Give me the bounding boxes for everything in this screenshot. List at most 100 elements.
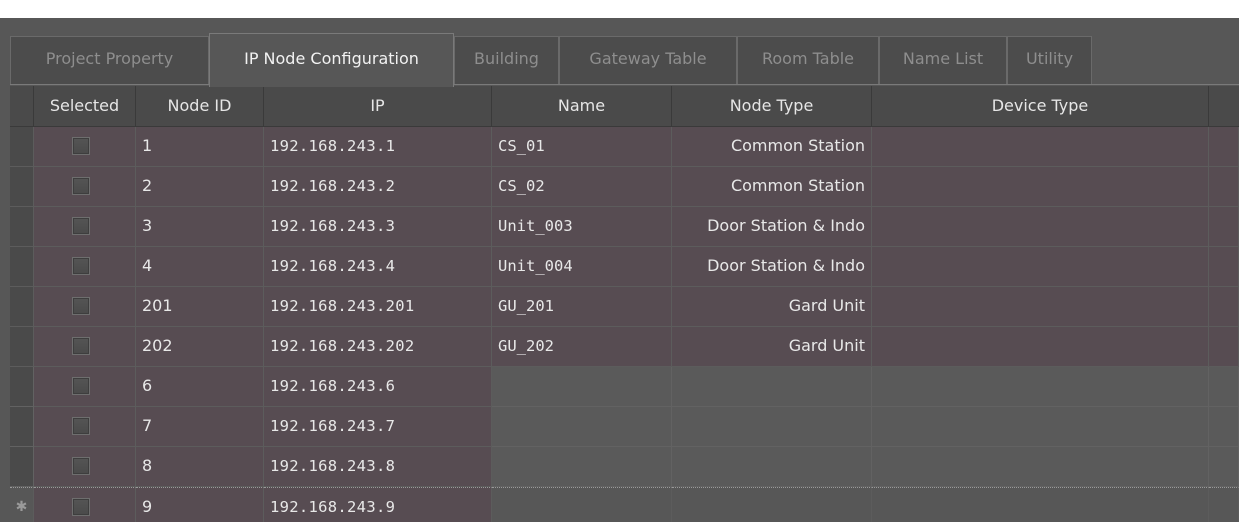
device-type-cell[interactable] (872, 367, 1209, 407)
select-checkbox[interactable] (72, 297, 90, 315)
select-checkbox[interactable] (72, 498, 90, 516)
select-checkbox[interactable] (72, 337, 90, 355)
node-type-cell[interactable]: Common Station (672, 167, 872, 207)
selected-cell[interactable] (34, 367, 136, 407)
device-type-cell[interactable] (872, 167, 1209, 207)
ip-cell[interactable]: 192.168.243.7 (264, 407, 492, 447)
new-row-marker[interactable]: ✱ (10, 487, 34, 522)
node-type-cell[interactable] (672, 487, 872, 522)
ip-cell[interactable]: 192.168.243.1 (264, 127, 492, 167)
ip-cell[interactable]: 192.168.243.201 (264, 287, 492, 327)
row-header[interactable] (10, 207, 34, 247)
selected-cell[interactable] (34, 247, 136, 287)
node-id-cell[interactable]: 3 (136, 207, 264, 247)
col-header-node-type[interactable]: Node Type (672, 86, 872, 126)
row-header[interactable] (10, 247, 34, 287)
device-type-cell[interactable] (872, 487, 1209, 522)
table-row[interactable]: 4 192.168.243.4 Unit_004 Door Station & Ind… (10, 247, 1239, 287)
table-row[interactable]: 202 192.168.243.202 GU_202 Gard Unit (10, 327, 1239, 367)
table-row[interactable]: 201 192.168.243.201 GU_201 Gard Unit (10, 287, 1239, 327)
node-type-cell[interactable] (672, 447, 872, 487)
table-row[interactable]: 7 192.168.243.7 (10, 407, 1239, 447)
col-header-selected[interactable]: Selected (34, 86, 136, 126)
node-id-cell[interactable]: 201 (136, 287, 264, 327)
row-header[interactable] (10, 367, 34, 407)
select-checkbox[interactable] (72, 177, 90, 195)
col-header-node-id[interactable]: Node ID (136, 86, 264, 126)
row-header[interactable] (10, 127, 34, 167)
device-type-cell[interactable] (872, 327, 1209, 367)
ip-cell[interactable]: 192.168.243.6 (264, 367, 492, 407)
selected-cell[interactable] (34, 487, 136, 522)
node-type-cell[interactable] (672, 407, 872, 447)
table-row[interactable]: 2 192.168.243.2 CS_02 Common Station (10, 167, 1239, 207)
row-header[interactable] (10, 167, 34, 207)
selected-cell[interactable] (34, 127, 136, 167)
col-header-name[interactable]: Name (492, 86, 672, 126)
name-cell[interactable]: CS_02 (492, 167, 672, 207)
col-header-device-type[interactable]: Device Type (872, 86, 1209, 126)
device-type-cell[interactable] (872, 247, 1209, 287)
table-row[interactable]: 1 192.168.243.1 CS_01 Common Station (10, 127, 1239, 167)
name-cell[interactable]: Unit_004 (492, 247, 672, 287)
ip-cell[interactable]: 192.168.243.9 (264, 487, 492, 522)
select-checkbox[interactable] (72, 377, 90, 395)
row-header[interactable] (10, 407, 34, 447)
select-checkbox[interactable] (72, 137, 90, 155)
name-cell[interactable] (492, 487, 672, 522)
node-type-cell[interactable]: Common Station (672, 127, 872, 167)
tab-ip-node-configuration[interactable]: IP Node Configuration (209, 33, 454, 87)
node-id-cell[interactable]: 4 (136, 247, 264, 287)
ip-cell[interactable]: 192.168.243.4 (264, 247, 492, 287)
selected-cell[interactable] (34, 207, 136, 247)
selected-cell[interactable] (34, 447, 136, 487)
name-cell[interactable]: GU_201 (492, 287, 672, 327)
name-cell[interactable]: GU_202 (492, 327, 672, 367)
node-type-cell[interactable]: Door Station & Indo (672, 207, 872, 247)
row-header[interactable] (10, 327, 34, 367)
tab-gateway-table[interactable]: Gateway Table (559, 36, 737, 84)
selected-cell[interactable] (34, 327, 136, 367)
device-type-cell[interactable] (872, 447, 1209, 487)
selected-cell[interactable] (34, 407, 136, 447)
selected-cell[interactable] (34, 287, 136, 327)
selected-cell[interactable] (34, 167, 136, 207)
select-checkbox[interactable] (72, 417, 90, 435)
col-header-ip[interactable]: IP (264, 86, 492, 126)
ip-cell[interactable]: 192.168.243.2 (264, 167, 492, 207)
row-header[interactable] (10, 447, 34, 487)
node-id-cell[interactable]: 9 (136, 487, 264, 522)
name-cell[interactable] (492, 407, 672, 447)
row-header[interactable] (10, 287, 34, 327)
tab-project-property[interactable]: Project Property (10, 36, 209, 84)
select-checkbox[interactable] (72, 457, 90, 475)
name-cell[interactable]: Unit_003 (492, 207, 672, 247)
table-row[interactable]: 3 192.168.243.3 Unit_003 Door Station & Ind… (10, 207, 1239, 247)
node-type-cell[interactable]: Gard Unit (672, 287, 872, 327)
table-row[interactable]: 8 192.168.243.8 (10, 447, 1239, 487)
node-id-cell[interactable]: 202 (136, 327, 264, 367)
tab-room-table[interactable]: Room Table (737, 36, 879, 84)
node-id-cell[interactable]: 2 (136, 167, 264, 207)
node-id-cell[interactable]: 1 (136, 127, 264, 167)
node-id-cell[interactable]: 7 (136, 407, 264, 447)
device-type-cell[interactable] (872, 407, 1209, 447)
device-type-cell[interactable] (872, 287, 1209, 327)
name-cell[interactable]: CS_01 (492, 127, 672, 167)
ip-cell[interactable]: 192.168.243.202 (264, 327, 492, 367)
tab-name-list[interactable]: Name List (879, 36, 1007, 84)
tab-utility[interactable]: Utility (1007, 36, 1092, 84)
table-row[interactable]: 6 192.168.243.6 (10, 367, 1239, 407)
node-id-cell[interactable]: 8 (136, 447, 264, 487)
device-type-cell[interactable] (872, 127, 1209, 167)
select-checkbox[interactable] (72, 257, 90, 275)
node-type-cell[interactable] (672, 367, 872, 407)
select-checkbox[interactable] (72, 217, 90, 235)
device-type-cell[interactable] (872, 207, 1209, 247)
node-type-cell[interactable]: Door Station & Indo (672, 247, 872, 287)
tab-building[interactable]: Building (454, 36, 559, 84)
name-cell[interactable] (492, 447, 672, 487)
ip-cell[interactable]: 192.168.243.3 (264, 207, 492, 247)
name-cell[interactable] (492, 367, 672, 407)
new-row[interactable]: ✱ 9 192.168.243.9 (10, 487, 1239, 522)
